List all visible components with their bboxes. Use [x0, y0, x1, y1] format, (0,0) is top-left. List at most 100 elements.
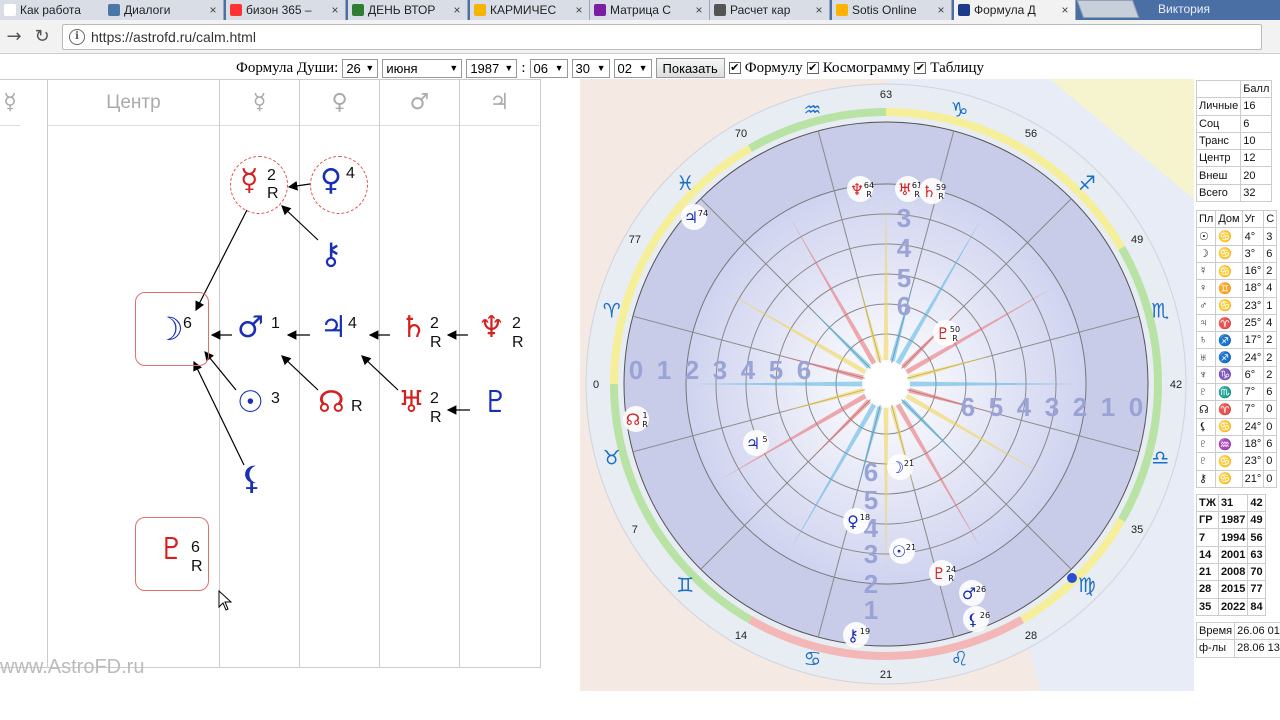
zodiac-sign-icon: ♊ [676, 573, 694, 597]
position-row: ♇ ♒ 18° 6 [1196, 434, 1278, 454]
new-tab-button[interactable] [1076, 0, 1140, 18]
planet-marker-score: 5 [762, 435, 767, 444]
tab-label: Диалоги [124, 3, 171, 17]
positions-table: Пл Дом Уг С ☉ ♋ 4° 3 ☽ ♋ 3° 6 ☿ ♋ 16° 2 ♀ ♊ 18° 4 ♂ ♋ 23° 1… [1196, 210, 1278, 488]
table-cell: 0 [1263, 400, 1278, 419]
close-icon[interactable]: × [207, 3, 219, 17]
table-cell: 1987 [1217, 511, 1249, 530]
zodiac-sign-icon: ♈ [603, 298, 621, 322]
table-cell: 56 [1247, 528, 1266, 547]
table-cell: ♈ [1215, 313, 1243, 333]
forward-arrow-icon[interactable]: → [2, 25, 26, 49]
browser-tab[interactable]: Расчет кар × [710, 0, 830, 20]
table-cell: ф-лы [1196, 639, 1236, 658]
table-cell: ⚷ [1196, 469, 1217, 488]
table-cell: 21 [1196, 563, 1219, 582]
planet-marker-score: 21 [904, 459, 914, 468]
planet-marker-icon: ♂ [962, 584, 976, 603]
neptune-icon: ♆ [478, 310, 505, 345]
show-button[interactable]: Показать [655, 58, 725, 78]
year-select[interactable]: 1987 ▼ [466, 58, 518, 78]
degree-label: 35 [1131, 524, 1143, 536]
score-row: Соц 6 [1196, 114, 1273, 133]
table-cell: ♈ [1215, 400, 1243, 419]
planet-marker-icon: ♃ [684, 208, 698, 227]
close-icon[interactable]: × [813, 3, 825, 17]
cosmogram-checkbox-label: Космограмму [822, 59, 911, 76]
degree-label: 56 [1025, 128, 1037, 140]
table-cell: ♋ [1215, 244, 1243, 263]
planet-marker-icon: ☉ [892, 542, 906, 561]
astro-icon [958, 4, 970, 16]
planet-score: 6 [191, 539, 200, 556]
table-cell: 12 [1240, 149, 1273, 168]
planet-score: 4 [348, 315, 357, 332]
table-cell: 4 [1263, 313, 1278, 333]
month-select[interactable]: июня ▼ [382, 58, 463, 78]
sun-icon: ☉ [237, 385, 264, 420]
planet-marker-score: 74 [698, 209, 708, 218]
minute-select[interactable]: 30 ▼ [571, 58, 610, 78]
planet-marker-score: 1 [642, 411, 647, 420]
table-cell: ♀ [1196, 279, 1217, 298]
table-cell: 6 [1263, 244, 1278, 263]
table-cell: ♒ [1215, 434, 1243, 454]
address-bar[interactable]: i https://astrofd.ru/calm.html [62, 24, 1262, 50]
browser-tab[interactable]: Как работа× [0, 0, 120, 20]
position-row: ♆ ♑ 6° 2 [1196, 365, 1278, 385]
left-level-number: 1 [657, 355, 671, 385]
table-cell: 0 [1263, 417, 1278, 436]
zodiac-sign-icon: ♌ [951, 646, 969, 670]
browser-tab[interactable]: бизон 365 – × [226, 0, 346, 20]
tab-label: бизон 365 – [246, 3, 312, 17]
table-cell: 3° [1241, 244, 1265, 263]
table-checkbox-label: Таблицу [930, 59, 985, 76]
planet-marker-score: 21 [906, 543, 916, 552]
day-select[interactable]: 26 ▼ [342, 58, 379, 78]
gear-icon [594, 4, 606, 16]
close-icon[interactable]: × [451, 3, 463, 17]
planet-marker-icon: ♃ [746, 434, 760, 453]
close-icon[interactable]: × [935, 3, 947, 17]
table-cell: ♇ [1196, 452, 1217, 471]
reload-icon[interactable]: ↻ [30, 25, 54, 49]
url-text: https://astrofd.ru/calm.html [91, 29, 256, 45]
hour-select[interactable]: 06 ▼ [529, 58, 568, 78]
browser-tab[interactable]: Диалоги × [104, 0, 224, 20]
planet-marker-icon: ♀ [847, 512, 859, 531]
table-checkbox[interactable]: ✔ [914, 62, 927, 74]
browser-tab[interactable]: КАРМИЧЕС × [470, 0, 590, 20]
bottom-level-number: 1 [864, 595, 878, 625]
formula-checkbox-label: Формулу [744, 59, 803, 76]
position-row: ⚷ ♋ 21° 0 [1196, 469, 1278, 488]
table-cell: ГР [1196, 511, 1219, 530]
planet-marker-icon: ♇ [932, 564, 946, 583]
formula-checkbox[interactable]: ✔ [728, 62, 741, 74]
cosmogram-checkbox[interactable]: ✔ [806, 62, 819, 74]
table-cell: 24° [1241, 417, 1265, 436]
planet-marker-icon: ⚷ [847, 626, 859, 645]
table-cell: ♋ [1215, 469, 1243, 488]
pos-header-c: С [1263, 210, 1278, 229]
table-cell: 17° [1241, 331, 1265, 350]
browser-tab[interactable]: Матрица С × [590, 0, 710, 20]
lilith-icon: ⚸ [240, 459, 264, 497]
retro-mark: R [512, 334, 524, 351]
close-icon[interactable]: × [693, 3, 705, 17]
score-row: Всего 32 [1196, 183, 1273, 203]
timezone-select[interactable]: 02 ▼ [613, 58, 652, 78]
close-icon[interactable]: × [1059, 3, 1071, 17]
planet-marker-icon: ♅ [898, 180, 912, 199]
browser-tab[interactable]: ДЕНЬ ВТОР × [348, 0, 468, 20]
degree-label: 28 [1025, 630, 1037, 642]
profile-name[interactable]: Виктория [1158, 0, 1210, 20]
close-icon[interactable]: × [573, 3, 585, 17]
browser-tab[interactable]: Формула Д × [954, 0, 1076, 20]
scores-panel: Балл Личные 16 Соц 6 Транс 10 Центр 12 Внеш 20 Все… [1196, 80, 1280, 690]
info-icon[interactable]: i [69, 29, 85, 45]
table-cell: ♃ [1196, 313, 1217, 333]
close-icon[interactable]: × [329, 3, 341, 17]
table-cell: 28.06 13: [1234, 639, 1280, 658]
browser-tab[interactable]: Sotis Online × [832, 0, 952, 20]
table-cell: ♇ [1196, 434, 1217, 454]
